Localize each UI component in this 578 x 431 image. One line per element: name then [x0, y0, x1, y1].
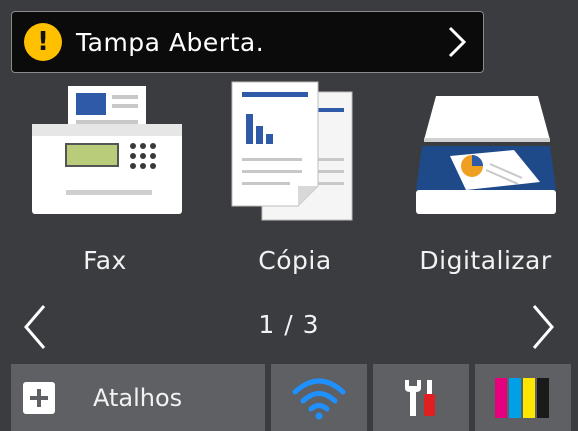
fax-label: Fax [83, 246, 127, 275]
copy-label: Cópia [258, 246, 332, 275]
scan-tile[interactable]: Digitalizar [398, 78, 573, 286]
printer-home-screen: ! Tampa Aberta. Fax Cópia Digitalizar 1 … [0, 0, 578, 431]
fax-machine-icon [32, 86, 182, 214]
shortcuts-button[interactable]: Atalhos [11, 364, 265, 431]
settings-button[interactable] [373, 364, 469, 431]
wifi-button[interactable] [271, 364, 367, 431]
plus-icon [23, 381, 55, 414]
fax-tile[interactable]: Fax [20, 78, 190, 286]
status-message: Tampa Aberta. [76, 27, 265, 57]
chevron-right-icon [448, 26, 467, 58]
copy-documents-icon [231, 81, 353, 221]
status-message-bar[interactable]: ! Tampa Aberta. [11, 11, 484, 73]
ink-status-button[interactable] [475, 364, 571, 431]
page-indicator: 1 / 3 [258, 310, 320, 339]
ink-cartridges-icon [495, 377, 549, 418]
exclamation-circle-icon: ! [24, 23, 62, 61]
wifi-icon [292, 378, 346, 419]
scanner-icon [416, 96, 556, 214]
page-navigator: 1 / 3 [0, 300, 578, 354]
scan-label: Digitalizar [419, 246, 552, 275]
tools-icon [405, 379, 435, 416]
shortcuts-label: Atalhos [93, 383, 183, 412]
copy-tile[interactable]: Cópia [210, 78, 380, 286]
chevron-right-icon[interactable] [522, 300, 562, 354]
bottom-toolbar: Atalhos [0, 364, 578, 431]
